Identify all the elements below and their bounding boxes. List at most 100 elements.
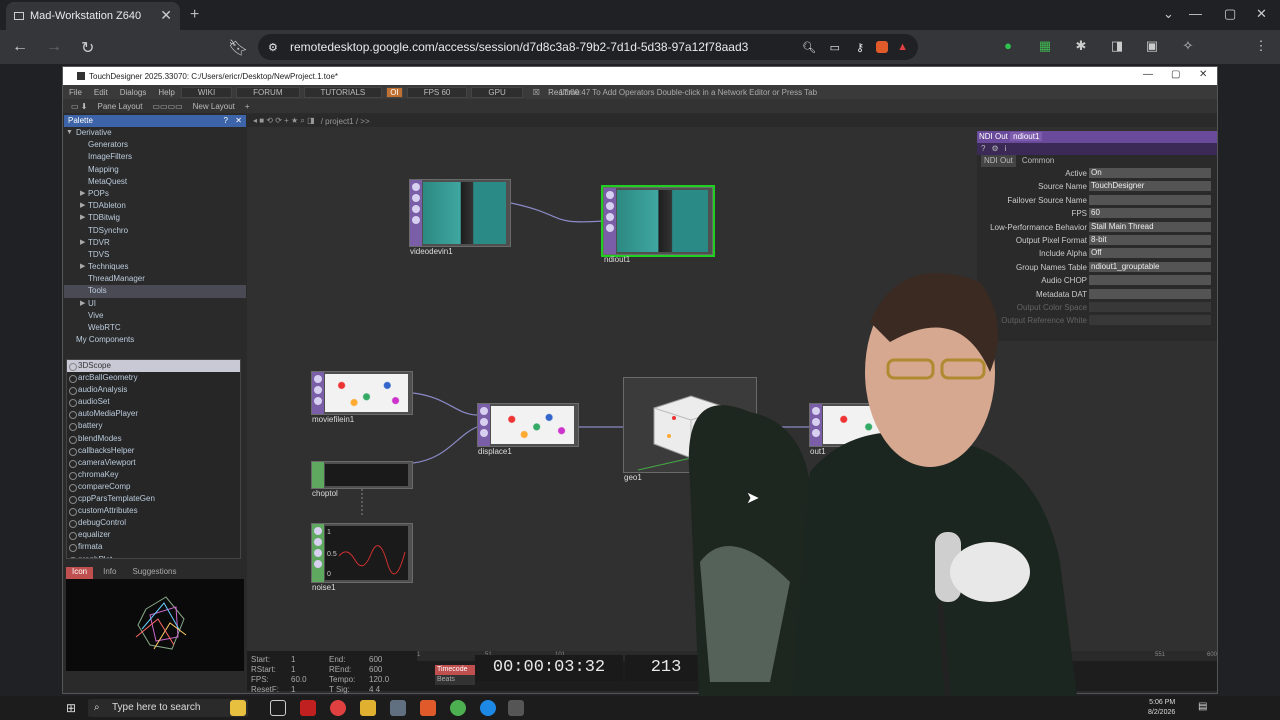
component-item[interactable]: arcBallGeometry [67,372,240,384]
component-item[interactable]: cppParsTemplateGen [67,493,240,505]
menu-wiki[interactable]: WIKI [180,86,233,98]
leo-ai-icon[interactable]: ✧ [1180,38,1196,54]
node-videodevin1[interactable]: videodevin1 [409,179,511,256]
tab-suggestions[interactable]: Suggestions [126,567,182,579]
timeline-field[interactable]: T Sig: 4 4 [329,685,389,695]
expand-arrow-icon[interactable]: ▼ [66,127,73,139]
param-help-icon[interactable]: ? [981,143,985,155]
browser-menu-icon[interactable]: ⋮ [1253,38,1269,54]
forward-icon[interactable]: → [46,38,62,56]
site-info-icon[interactable]: ⚙ [268,41,278,54]
mode-beats[interactable]: Beats [435,675,475,685]
address-bar[interactable]: ⚙ remotedesktop.google.com/access/sessio… [258,34,918,60]
component-item[interactable]: blendModes [67,433,240,445]
param-python-icon[interactable]: ⚙ [991,143,998,155]
timeline-field[interactable]: End: 600 [329,655,389,665]
timeline-field[interactable]: Start: 1 [251,655,307,665]
app-red-icon[interactable] [300,700,316,716]
component-item[interactable]: audioAnalysis [67,384,240,396]
component-item[interactable]: debugControl [67,517,240,529]
file-explorer-icon[interactable] [360,700,376,716]
node-ndiout1[interactable]: ndiout1 [601,185,715,264]
palette-item[interactable]: ▶ Techniques [64,261,246,273]
extension-circle-icon[interactable]: ● [1000,38,1016,54]
param-value[interactable]: 8-bit [1089,234,1211,245]
node-moviefilein1[interactable]: moviefilein1 [311,371,413,424]
menu-file[interactable]: File [63,88,88,97]
menu-gpu[interactable]: GPU [471,86,523,98]
cast-icon[interactable]: ▭ [830,41,840,54]
collapse-arrow-icon[interactable]: ▶ [80,237,85,249]
layout-icon[interactable]: ▭ ⬇ [71,102,87,111]
td-maximize-icon[interactable]: ▢ [1171,69,1180,80]
extension-grid-icon[interactable]: ▦ [1037,38,1053,54]
td-close-icon[interactable]: ✕ [1199,69,1207,80]
palette-item[interactable]: WebRTC [64,322,246,334]
op-name[interactable]: ndiout1 [1010,132,1043,141]
close-window-icon[interactable]: ✕ [1256,6,1267,22]
timecode-display[interactable]: 00:00:03:32 [475,655,623,681]
palette-item[interactable]: ▼ Derivative [64,127,246,139]
node-noise1[interactable]: 1 0.5 0 noise1 [311,523,413,592]
back-icon[interactable]: ← [12,38,28,56]
extensions-puzzle-icon[interactable]: ✱ [1073,38,1089,54]
new-tab-icon[interactable]: + [190,6,199,24]
add-pane-icon[interactable]: + [245,102,250,111]
component-item[interactable]: cameraViewport [67,457,240,469]
component-item[interactable]: customAttributes [67,505,240,517]
param-value[interactable]: 60 [1089,208,1211,219]
pane-layout-label[interactable]: Pane Layout [97,102,142,111]
collapse-arrow-icon[interactable]: ▶ [80,261,85,273]
chrome-icon[interactable] [450,700,466,716]
component-item[interactable]: compareComp [67,481,240,493]
component-item[interactable]: audioSet [67,396,240,408]
collapse-arrow-icon[interactable]: ▶ [80,200,85,212]
palette-item[interactable]: ThreadManager [64,273,246,285]
browser-tab[interactable]: Mad-Workstation Z640 ✕ [6,2,180,30]
bookmark-icon[interactable]: 🔖︎ [228,38,248,58]
touchdesigner-taskbar-icon[interactable] [508,700,524,716]
param-info-icon[interactable]: i [1005,143,1007,155]
palette-item[interactable]: My Components [64,334,246,346]
mode-timecode[interactable]: Timecode [435,665,475,675]
maximize-icon[interactable]: ▢ [1224,6,1236,22]
component-item[interactable]: firmata [67,541,240,553]
tab-icon[interactable]: Icon [66,567,94,579]
rewards-icon[interactable]: ▲ [897,41,908,53]
palette-item[interactable]: Vive [64,310,246,322]
component-item[interactable]: callbacksHelper [67,445,240,457]
param-value[interactable]: On [1089,168,1211,178]
menu-edit[interactable]: Edit [88,88,114,97]
palette-item[interactable]: ▶ TDVR [64,237,246,249]
menu-forum[interactable]: FORUM [236,86,300,98]
collapse-arrow-icon[interactable]: ▶ [80,212,85,224]
menu-oi[interactable]: OI [386,86,403,98]
palette-item[interactable]: TDSynchro [64,225,246,237]
palette-item[interactable]: ▶ UI [64,298,246,310]
component-item[interactable]: graphPlot [67,554,240,558]
palette-item[interactable]: Mapping [64,164,246,176]
menu-help[interactable]: Help [152,88,180,97]
copilot-icon[interactable] [230,700,246,716]
param-value[interactable] [1089,194,1211,205]
timeline-field[interactable]: FPS: 60.0 [251,675,307,685]
sidebar-icon[interactable]: ◨ [1109,38,1125,54]
close-tab-icon[interactable]: ✕ [160,7,172,24]
timeline-field[interactable]: ResetF: 1 [251,685,307,695]
menu-fps[interactable]: FPS 60 [406,86,468,98]
palette-close-icon[interactable]: ✕ [235,115,242,127]
tab-common[interactable]: Common [1022,155,1054,167]
system-clock[interactable]: 5:06 PM 8/2/2026 [1148,698,1175,718]
tab-ndi-out[interactable]: NDI Out [981,155,1016,167]
tab-search-icon[interactable]: ⌄ [1163,6,1174,22]
timeline-field[interactable]: Tempo: 120.0 [329,675,389,685]
tab-info[interactable]: Info [97,567,122,579]
notifications-icon[interactable]: ▤ [1198,701,1207,712]
palette-item[interactable]: Generators [64,139,246,151]
palette-item[interactable]: ▶ TDBitwig [64,212,246,224]
palette-item[interactable]: ▶ POPs [64,188,246,200]
menu-dialogs[interactable]: Dialogs [114,88,153,97]
taskbar-search[interactable]: ⌕ Type here to search [88,699,248,717]
wallet-icon[interactable]: ▣ [1144,38,1160,54]
collapse-arrow-icon[interactable]: ▶ [80,298,85,310]
